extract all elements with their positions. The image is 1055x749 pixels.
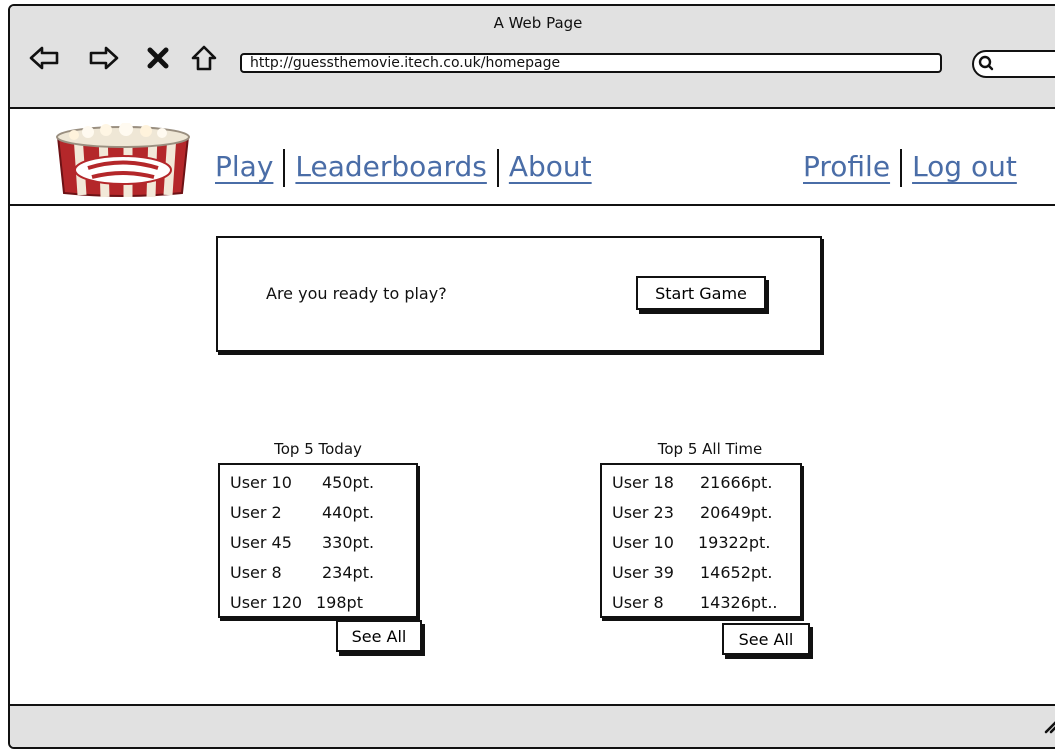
all-time-see-all-button[interactable]: See All xyxy=(722,623,810,655)
leaderboard-user: User 8 xyxy=(612,593,664,612)
nav-divider xyxy=(283,149,286,187)
start-game-button[interactable]: Start Game xyxy=(636,276,766,310)
leaderboard-row: User 18 21666pt. xyxy=(602,469,800,499)
close-icon xyxy=(147,47,169,69)
nav-leaderboards-link[interactable]: Leaderboards xyxy=(295,150,486,183)
browser-titlebar: A Web Page http://guessthemovie.itech.co… xyxy=(10,6,1055,109)
back-arrow-icon xyxy=(29,46,59,70)
stop-button[interactable] xyxy=(142,44,174,72)
resize-grip-icon[interactable] xyxy=(1040,714,1055,734)
leaderboard-user: User 45 xyxy=(230,533,292,552)
leaderboard-user: User 23 xyxy=(612,503,674,522)
leaderboard-row: User 23 20649pt. xyxy=(602,499,800,529)
account-nav: Profile Log out xyxy=(803,149,1017,187)
all-time-leaderboard-list: User 18 21666pt. User 23 20649pt. User 10 1… xyxy=(600,463,802,618)
header-divider xyxy=(10,204,1055,206)
leaderboard-row: User 8 234pt. xyxy=(220,559,416,589)
address-bar[interactable]: http://guessthemovie.itech.co.uk/homepag… xyxy=(240,53,942,73)
leaderboard-row: User 2 440pt. xyxy=(220,499,416,529)
leaderboard-score: 234pt. xyxy=(322,563,375,582)
play-panel: Are you ready to play? Start Game xyxy=(216,236,822,352)
nav-divider xyxy=(900,149,903,187)
leaderboard-user: User 120 xyxy=(230,593,303,612)
all-time-leaderboard-title: Top 5 All Time xyxy=(657,440,763,458)
leaderboard-user: User 18 xyxy=(612,473,674,492)
forward-button[interactable] xyxy=(88,44,120,72)
search-icon xyxy=(978,55,994,71)
leaderboard-user: User 2 xyxy=(230,503,282,522)
leaderboard-score: 440pt. xyxy=(322,503,375,522)
leaderboard-score: 21666pt. xyxy=(700,473,773,492)
nav-profile-link[interactable]: Profile xyxy=(803,150,890,183)
leaderboard-score: 14326pt.. xyxy=(700,593,778,612)
nav-divider xyxy=(496,149,499,187)
leaderboard-score: 450pt. xyxy=(322,473,375,492)
home-button[interactable] xyxy=(188,44,220,72)
nav-about-link[interactable]: About xyxy=(509,150,592,183)
main-nav: Play Leaderboards About xyxy=(215,149,592,187)
leaderboard-score: 19322pt. xyxy=(698,533,771,552)
url-text: http://guessthemovie.itech.co.uk/homepag… xyxy=(250,55,561,71)
leaderboard-score: 20649pt. xyxy=(700,503,773,522)
play-prompt: Are you ready to play? xyxy=(266,284,447,303)
browser-window: A Web Page http://guessthemovie.itech.co… xyxy=(8,4,1055,749)
leaderboard-row: User 45 330pt. xyxy=(220,529,416,559)
nav-logout-link[interactable]: Log out xyxy=(912,150,1017,183)
leaderboard-score: 330pt. xyxy=(322,533,375,552)
leaderboard-row: User 10 450pt. xyxy=(220,469,416,499)
leaderboard-user: User 39 xyxy=(612,563,674,582)
leaderboard-user: User 8 xyxy=(230,563,282,582)
window-title: A Web Page xyxy=(493,14,583,32)
leaderboard-user: User 10 xyxy=(612,533,674,552)
nav-play-link[interactable]: Play xyxy=(215,150,273,183)
forward-arrow-icon xyxy=(89,46,119,70)
today-see-all-button[interactable]: See All xyxy=(336,620,422,652)
leaderboard-row: User 39 14652pt. xyxy=(602,559,800,589)
leaderboard-row: User 8 14326pt.. xyxy=(602,589,800,619)
leaderboard-row: User 10 19322pt. xyxy=(602,529,800,559)
leaderboard-row: User 120 198pt xyxy=(220,589,416,619)
home-icon xyxy=(191,45,217,71)
leaderboard-user: User 10 xyxy=(230,473,292,492)
today-leaderboard-title: Top 5 Today xyxy=(274,440,362,458)
today-leaderboard-list: User 10 450pt. User 2 440pt. User 45 330pt.… xyxy=(218,463,418,618)
browser-search-input[interactable] xyxy=(972,50,1055,78)
back-button[interactable] xyxy=(28,44,60,72)
leaderboard-score: 14652pt. xyxy=(700,563,773,582)
guess-the-movie-logo-icon[interactable] xyxy=(48,123,198,199)
leaderboard-score: 198pt xyxy=(316,593,363,612)
